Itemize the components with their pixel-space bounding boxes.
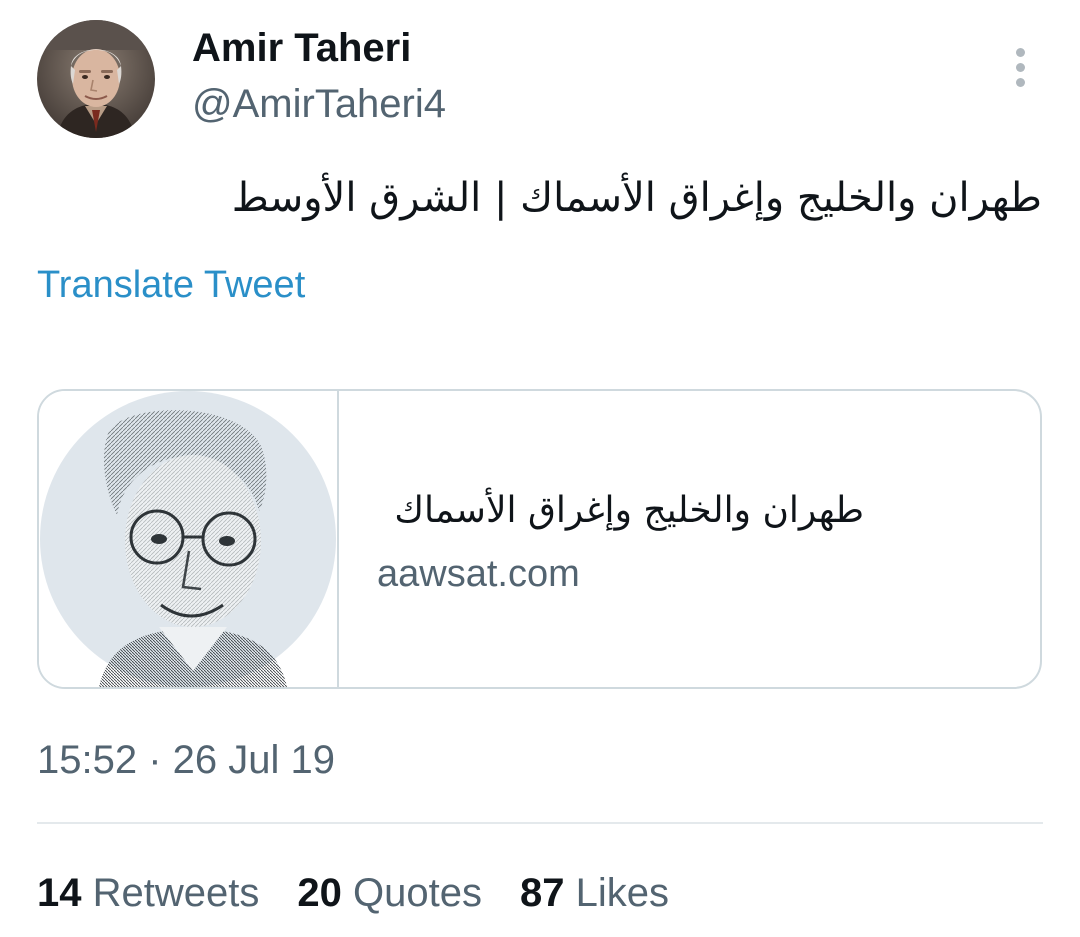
author-display-name[interactable]: Amir Taheri	[192, 24, 411, 72]
quotes-label: Quotes	[353, 871, 482, 915]
retweets-label: Retweets	[92, 871, 260, 915]
link-card-domain: aawsat.com	[377, 553, 580, 595]
link-card-thumbnail	[39, 391, 339, 687]
author-handle[interactable]: @AmirTaheri4	[192, 80, 446, 128]
vertical-ellipsis-icon-dot	[1015, 62, 1025, 72]
tweet-stats: 14 Retweets 20 Quotes 87 Likes	[37, 868, 669, 918]
retweets-count: 14	[37, 871, 82, 915]
retweets-stat[interactable]: 14 Retweets	[37, 868, 259, 918]
likes-count: 87	[519, 871, 565, 915]
more-options-button[interactable]	[1002, 44, 1038, 90]
portrait-illustration	[40, 391, 336, 687]
likes-label: Likes	[575, 871, 669, 915]
link-preview-card[interactable]: طهران والخليج وإغراق الأسماك aawsat.com	[37, 389, 1042, 689]
divider	[37, 822, 1043, 824]
author-avatar-image	[37, 20, 155, 138]
vertical-ellipsis-icon	[1015, 47, 1025, 57]
likes-stat[interactable]: 87 Likes	[520, 868, 669, 918]
quotes-count: 20	[297, 871, 342, 915]
link-card-title: طهران والخليج وإغراق الأسماك	[394, 490, 864, 531]
quotes-stat[interactable]: 20 Quotes	[297, 868, 482, 918]
author-avatar[interactable]	[37, 20, 155, 138]
tweet-text: طهران والخليج وإغراق الأسماك | الشرق الأ…	[231, 175, 1042, 221]
vertical-ellipsis-icon-dot	[1015, 77, 1025, 87]
tweet-timestamp[interactable]: 15:52 · 26 Jul 19	[37, 736, 335, 784]
translate-tweet-link[interactable]: Translate Tweet	[37, 262, 305, 308]
